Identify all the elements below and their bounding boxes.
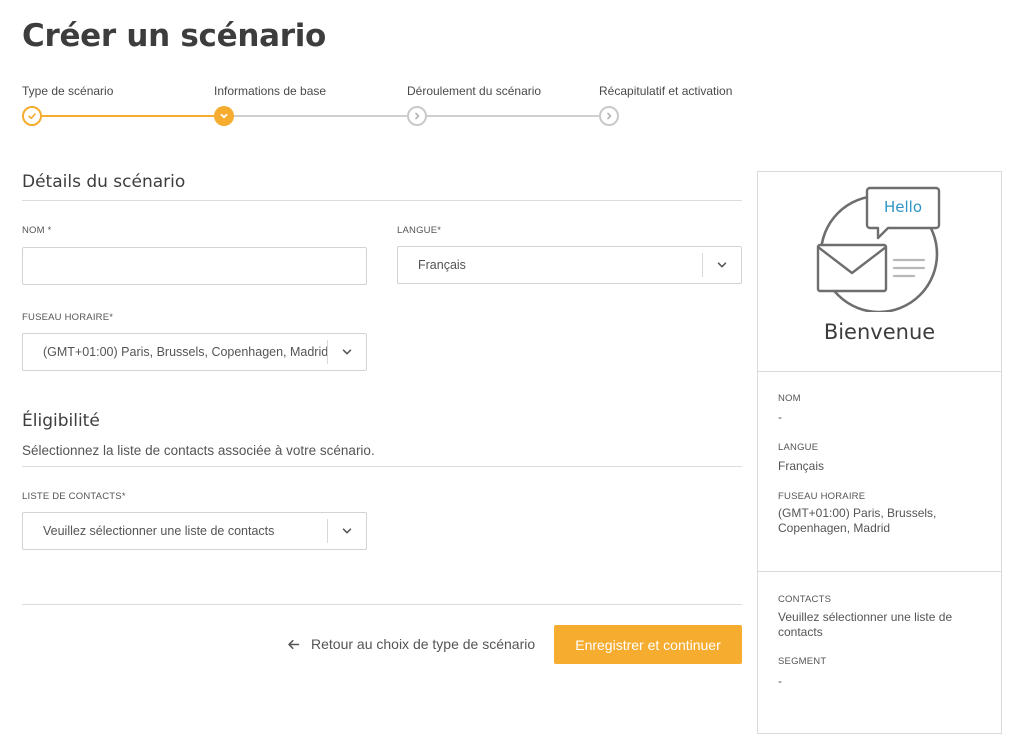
contact-list-placeholder: Veuillez sélectionner une liste de conta… xyxy=(43,524,275,538)
step-label-type: Type de scénario xyxy=(22,84,114,98)
eligibility-subtitle: Sélectionnez la liste de contacts associ… xyxy=(22,443,375,458)
step-connector-3 xyxy=(427,115,599,117)
contact-list-select[interactable]: Veuillez sélectionner une liste de conta… xyxy=(22,512,367,550)
eligibility-section-title: Éligibilité xyxy=(22,411,100,431)
timezone-select-value: (GMT+01:00) Paris, Brussels, Copenhagen,… xyxy=(43,345,327,359)
page-title: Créer un scénario xyxy=(22,18,327,54)
back-link-label: Retour au choix de type de scénario xyxy=(311,636,536,652)
summary-name-value: - xyxy=(778,410,782,424)
chevron-down-icon[interactable] xyxy=(703,259,741,271)
chevron-down-icon[interactable] xyxy=(328,346,366,358)
language-select[interactable]: Français xyxy=(397,246,742,284)
step-label-summary: Récapitulatif et activation xyxy=(599,84,733,98)
chevron-down-icon[interactable] xyxy=(328,525,366,537)
eligibility-divider xyxy=(22,466,742,467)
hello-bubble-text: Hello xyxy=(883,198,923,216)
summary-segment-label: SEGMENT xyxy=(778,656,827,667)
summary-panel: Hello Bienvenue NOM - LANGUE Français FU… xyxy=(757,171,1002,734)
details-divider xyxy=(22,200,742,201)
summary-contacts-label: CONTACTS xyxy=(778,594,832,605)
step-1-check-icon[interactable] xyxy=(22,106,42,126)
summary-hero: Hello Bienvenue xyxy=(758,172,1001,372)
step-3-chevron-right-icon[interactable] xyxy=(407,106,427,126)
summary-language-label: LANGUE xyxy=(778,442,819,453)
step-label-flow: Déroulement du scénario xyxy=(407,84,542,98)
name-field-label: NOM * xyxy=(22,225,52,236)
summary-info-block: NOM - LANGUE Français FUSEAU HORAIRE (GM… xyxy=(758,372,1001,572)
step-connector-2 xyxy=(234,115,407,117)
summary-timezone-value: (GMT+01:00) Paris, Brussels, Copenhagen,… xyxy=(778,506,937,535)
summary-contacts-value: Veuillez sélectionner une liste de conta… xyxy=(778,610,953,639)
step-connector-1 xyxy=(42,115,214,117)
summary-name-label: NOM xyxy=(778,393,801,404)
arrow-left-icon xyxy=(288,639,300,649)
contact-list-field-label: LISTE DE CONTACTS* xyxy=(22,491,126,502)
save-and-continue-button[interactable]: Enregistrer et continuer xyxy=(554,625,742,664)
step-2-check-icon[interactable] xyxy=(214,106,234,126)
summary-timezone-label: FUSEAU HORAIRE xyxy=(778,491,866,502)
language-field-label: LANGUE* xyxy=(397,225,442,236)
name-input[interactable] xyxy=(22,247,367,285)
footer-divider xyxy=(22,604,742,605)
details-section-title: Détails du scénario xyxy=(22,172,186,192)
summary-language-value: Français xyxy=(778,459,825,473)
summary-heading: Bienvenue xyxy=(823,320,936,344)
progress-stepper: Type de scénario Informations de base Dé… xyxy=(22,84,742,129)
timezone-select[interactable]: (GMT+01:00) Paris, Brussels, Copenhagen,… xyxy=(22,333,367,371)
step-label-basic-info: Informations de base xyxy=(214,84,327,98)
summary-segment-value: - xyxy=(778,674,782,688)
timezone-field-label: FUSEAU HORAIRE* xyxy=(22,312,114,323)
back-to-type-link[interactable]: Retour au choix de type de scénario xyxy=(287,634,535,654)
step-4-chevron-right-icon[interactable] xyxy=(599,106,619,126)
language-select-value: Français xyxy=(418,258,466,272)
